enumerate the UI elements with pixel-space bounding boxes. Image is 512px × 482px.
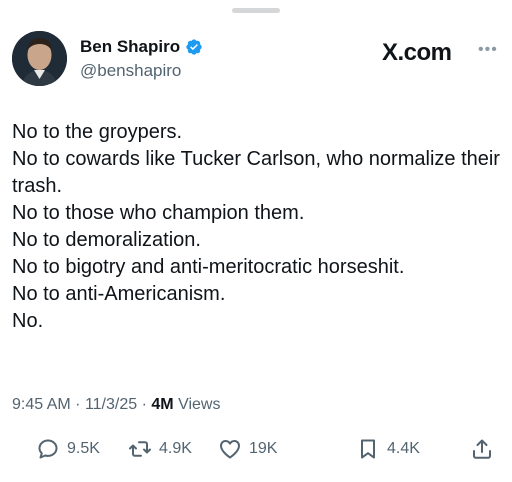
meta-separator: · — [141, 396, 147, 413]
like-button[interactable]: 19K — [218, 437, 277, 461]
tweet-line: No to those who champion them. — [12, 202, 305, 224]
avatar-image — [12, 31, 67, 86]
verified-badge-icon — [185, 38, 203, 56]
bookmark-count: 4.4K — [387, 440, 420, 457]
tweet-line: No to cowards like Tucker Carlson, who n… — [12, 148, 500, 197]
tweet-line: No to demoralization. — [12, 229, 201, 251]
tweet-line: No to bigotry and anti-meritocratic hors… — [12, 256, 405, 278]
repost-button[interactable]: 4.9K — [128, 437, 192, 461]
tweet-date[interactable]: 11/3/25 — [85, 396, 137, 413]
reply-icon — [38, 439, 58, 459]
tweet-line: No. — [12, 310, 44, 332]
repost-count: 4.9K — [159, 440, 192, 457]
meta-separator: · — [75, 396, 81, 413]
tweet-header: Ben Shapiro @benshapiro X.com ••• — [12, 31, 500, 91]
author-block: Ben Shapiro @benshapiro — [80, 37, 203, 81]
avatar[interactable] — [12, 31, 67, 86]
tweet-meta: 9:45 AM · 11/3/25 · 4M Views — [12, 396, 220, 414]
author-handle[interactable]: @benshapiro — [80, 61, 203, 81]
bookmark-icon — [361, 439, 375, 459]
bookmark-button[interactable]: 4.4K — [356, 437, 420, 461]
tweet-line: No to the groypers. — [12, 121, 183, 143]
views-label: Views — [178, 396, 221, 413]
share-button[interactable] — [470, 437, 494, 461]
brand-logo: X.com — [382, 39, 452, 66]
tweet-time[interactable]: 9:45 AM — [12, 396, 71, 413]
like-count: 19K — [249, 440, 278, 457]
drag-handle[interactable] — [232, 8, 280, 13]
reply-button[interactable]: 9.5K — [36, 437, 100, 461]
author-name[interactable]: Ben Shapiro — [80, 37, 180, 57]
heart-icon — [220, 440, 240, 459]
tweet-text: No to the groypers. No to cowards like T… — [12, 119, 502, 335]
repost-icon — [129, 441, 151, 457]
tweet-line: No to anti-Americanism. — [12, 283, 226, 305]
more-icon[interactable]: ••• — [478, 41, 498, 59]
views-count[interactable]: 4M — [151, 396, 173, 413]
share-icon — [473, 439, 491, 459]
action-bar: 9.5K 4.9K 19K 4.4K — [12, 437, 500, 467]
reply-count: 9.5K — [67, 440, 100, 457]
